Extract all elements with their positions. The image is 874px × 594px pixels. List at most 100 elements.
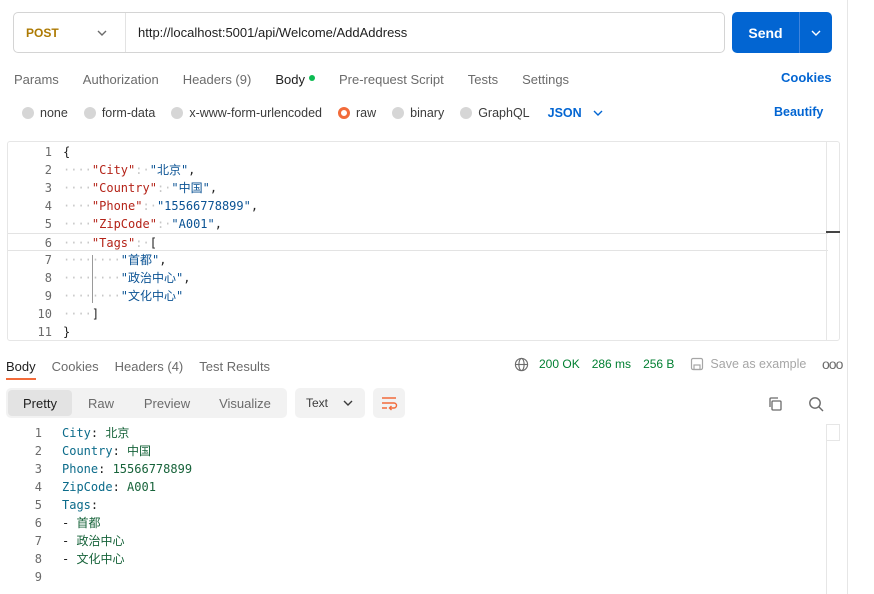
code-val: "15566778899": [156, 199, 251, 213]
code-text: {: [63, 143, 70, 161]
response-line[interactable]: 1 City: 北京: [0, 424, 826, 442]
tab-authorization[interactable]: Authorization: [83, 72, 159, 87]
radio-circle-selected: [338, 107, 350, 119]
radio-none[interactable]: none: [22, 106, 68, 120]
view-visualize[interactable]: Visualize: [204, 390, 286, 416]
wrap-lines-button[interactable]: [373, 388, 405, 418]
code-text: ····"Country":·"中国",: [63, 179, 217, 197]
code-punc: ,: [250, 199, 259, 213]
response-text: Phone: 15566778899: [62, 460, 192, 478]
code-sep: :·: [156, 217, 172, 231]
search-icon[interactable]: [808, 396, 824, 412]
view-preview[interactable]: Preview: [130, 390, 204, 416]
radio-label: GraphQL: [478, 106, 530, 120]
editor-scrollbar[interactable]: [826, 141, 827, 341]
response-line[interactable]: 2 Country: 中国: [0, 442, 826, 460]
method-select[interactable]: POST: [14, 13, 126, 52]
tab-response-headers[interactable]: Headers (4): [115, 359, 184, 374]
code-punc: ]: [91, 307, 100, 321]
body-type-selector: none form-data x-www-form-urlencoded raw…: [22, 105, 604, 121]
response-line[interactable]: 3 Phone: 15566778899: [0, 460, 826, 478]
tab-body[interactable]: Body: [275, 72, 315, 87]
url-input[interactable]: http://localhost:5001/api/Welcome/AddAdd…: [126, 25, 407, 40]
code-line[interactable]: 8 ········"政治中心",: [8, 269, 828, 287]
code-line[interactable]: 1{: [8, 143, 828, 161]
code-line[interactable]: 9 ········"文化中心": [8, 287, 828, 305]
radio-label: form-data: [101, 106, 156, 120]
response-size[interactable]: 256 B: [643, 357, 674, 371]
response-key: ZipCode: [62, 480, 113, 494]
radio-graphql[interactable]: GraphQL: [460, 106, 530, 120]
copy-icon[interactable]: [767, 396, 783, 412]
response-scrollbar[interactable]: [826, 424, 827, 594]
radio-label: raw: [356, 106, 377, 120]
response-line[interactable]: 5 Tags:: [0, 496, 826, 514]
code-line[interactable]: 4 ····"Phone":·"15566778899",: [8, 197, 828, 215]
code-line[interactable]: 5 ····"ZipCode":·"A001",: [8, 215, 828, 233]
code-sep: :·: [156, 181, 172, 195]
code-text: ····]: [63, 305, 99, 323]
method-label: POST: [26, 25, 59, 40]
code-ind: ····: [63, 163, 92, 177]
code-val: "A001": [171, 217, 215, 231]
tab-tests[interactable]: Tests: [468, 72, 498, 87]
code-val: "政治中心": [120, 271, 184, 285]
line-number: 5: [34, 498, 42, 512]
radio-urlencoded[interactable]: x-www-form-urlencoded: [171, 106, 322, 120]
radio-circle: [22, 107, 34, 119]
tab-headers[interactable]: Headers (9): [183, 72, 252, 87]
globe-icon[interactable]: [514, 357, 529, 372]
raw-format-select[interactable]: JSON: [548, 106, 604, 120]
code-line[interactable]: 3 ····"Country":·"中国",: [8, 179, 828, 197]
response-time[interactable]: 286 ms: [592, 357, 631, 371]
tab-params[interactable]: Params: [14, 72, 59, 87]
radio-binary[interactable]: binary: [392, 106, 444, 120]
code-line[interactable]: 11}: [8, 323, 828, 340]
editor-scroll-marker: [826, 231, 840, 233]
code-punc: ,: [214, 217, 222, 231]
line-number: 7: [34, 534, 42, 548]
line-number: 1: [44, 145, 52, 159]
response-line[interactable]: 9: [0, 568, 826, 586]
tab-pre-request-script[interactable]: Pre-request Script: [339, 72, 444, 87]
tab-response-body[interactable]: Body: [6, 359, 36, 374]
url-bar[interactable]: POST http://localhost:5001/api/Welcome/A…: [13, 12, 725, 53]
line-number: 4: [44, 199, 52, 213]
cookies-link[interactable]: Cookies: [781, 70, 832, 85]
send-button[interactable]: Send: [732, 12, 832, 53]
radio-circle: [83, 107, 96, 119]
beautify-button[interactable]: Beautify: [774, 105, 823, 119]
more-options-icon[interactable]: ooo: [822, 356, 843, 372]
code-punc: {: [63, 145, 71, 159]
line-number: 5: [44, 217, 52, 231]
response-line[interactable]: 4 ZipCode: A001: [0, 478, 826, 496]
response-line[interactable]: 6 - 首都: [0, 514, 826, 532]
indent-guide: [92, 255, 93, 303]
radio-raw[interactable]: raw: [338, 106, 376, 120]
response-val: 中国: [127, 444, 152, 458]
code-line[interactable]: 7 ········"首都",: [8, 251, 828, 269]
request-body-editor[interactable]: 1{2 ····"City":·"北京", 3 ····"Country":·"中国"…: [7, 141, 840, 341]
view-pretty[interactable]: Pretty: [8, 390, 72, 416]
save-as-example-button[interactable]: Save as example: [690, 357, 806, 371]
radio-form-data[interactable]: form-data: [83, 106, 156, 120]
wrap-lines-icon: [382, 397, 398, 411]
code-line[interactable]: 6 ····"Tags":·[: [8, 233, 828, 251]
response-format-select[interactable]: Text: [295, 388, 365, 418]
tab-body-label: Body: [275, 71, 305, 87]
response-line[interactable]: 7 - 政治中心: [0, 532, 826, 550]
response-val: 首都: [76, 516, 101, 530]
send-options-button[interactable]: [800, 27, 832, 39]
save-as-example-label: Save as example: [710, 357, 807, 371]
tab-test-results[interactable]: Test Results: [199, 359, 270, 374]
view-raw[interactable]: Raw: [72, 390, 130, 416]
code-line[interactable]: 10 ····]: [8, 305, 828, 323]
response-body-viewer[interactable]: 1 City: 北京 2 Country: 中国 3 Phone: 15566778899…: [0, 424, 840, 594]
code-line[interactable]: 2 ····"City":·"北京",: [8, 161, 828, 179]
status-code[interactable]: 200 OK: [539, 357, 580, 371]
tab-response-cookies[interactable]: Cookies: [52, 359, 99, 374]
response-line[interactable]: 8 - 文化中心: [0, 550, 826, 568]
code-punc: }: [63, 325, 71, 339]
code-punc: ,: [159, 253, 167, 267]
tab-settings[interactable]: Settings: [522, 72, 569, 87]
